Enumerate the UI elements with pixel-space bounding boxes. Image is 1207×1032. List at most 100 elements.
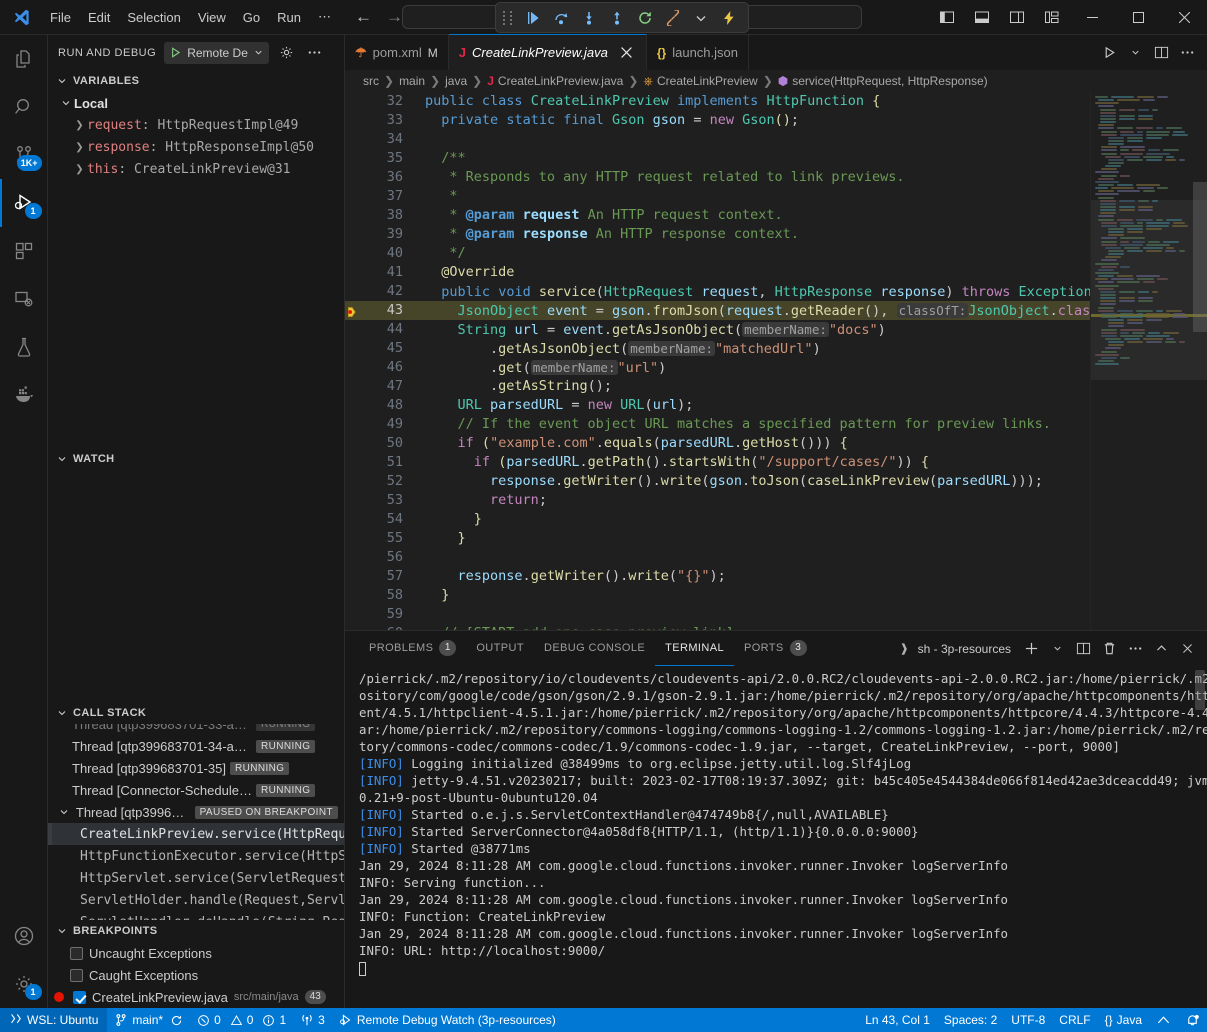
thread-row[interactable]: Thread [qtp399683701-35] RUNNING bbox=[48, 757, 344, 779]
continue-button[interactable] bbox=[520, 5, 545, 30]
callstack-tree[interactable]: Thread [qtp399683701-33-acce… RUNNING Th… bbox=[48, 724, 344, 920]
customize-layout-icon[interactable] bbox=[1034, 0, 1069, 35]
editor-more-actions-icon[interactable] bbox=[1175, 41, 1199, 65]
breadcrumb-method[interactable]: ⬢ service(HttpRequest, HttpResponse) bbox=[778, 74, 988, 88]
status-language-mode[interactable]: {} Java bbox=[1098, 1008, 1149, 1032]
tab-launch-json[interactable]: {} launch.json bbox=[647, 35, 749, 70]
editor-scrollbar[interactable] bbox=[1193, 92, 1207, 630]
kill-terminal-button[interactable] bbox=[1097, 637, 1121, 661]
watch-section-header[interactable]: WATCH bbox=[48, 448, 344, 470]
panel-more-actions-icon[interactable] bbox=[1123, 637, 1147, 661]
status-cursor-position[interactable]: Ln 43, Col 1 bbox=[858, 1008, 937, 1032]
breakpoint-arrow-icon[interactable] bbox=[345, 303, 367, 319]
run-dropdown-icon[interactable] bbox=[1123, 41, 1147, 65]
maximize-panel-icon[interactable] bbox=[1149, 637, 1173, 661]
code-line[interactable]: 59 bbox=[345, 605, 1090, 624]
code-line[interactable]: 48 URL parsedURL = new URL(url); bbox=[345, 396, 1090, 415]
variable-row[interactable]: ❯ this : CreateLinkPreview@31 bbox=[48, 158, 344, 180]
hot-reload-button[interactable] bbox=[716, 5, 741, 30]
tab-terminal[interactable]: TERMINAL bbox=[655, 631, 734, 666]
breadcrumb-main[interactable]: main bbox=[399, 74, 425, 88]
menu-selection[interactable]: Selection bbox=[119, 7, 188, 28]
stack-frame-row[interactable]: HttpFunctionExecutor.service(HttpSer bbox=[48, 845, 344, 867]
disconnect-button[interactable] bbox=[660, 5, 685, 30]
step-out-button[interactable] bbox=[604, 5, 629, 30]
code-editor[interactable]: 32public class CreateLinkPreview impleme… bbox=[345, 92, 1207, 630]
activity-search[interactable] bbox=[0, 83, 48, 131]
stack-frame-row[interactable]: CreateLinkPreview.service(HttpReques bbox=[48, 823, 344, 845]
menu-file[interactable]: File bbox=[42, 7, 79, 28]
sidebar-more-actions-icon[interactable] bbox=[305, 42, 325, 64]
activity-docker[interactable] bbox=[0, 371, 48, 419]
restart-button[interactable] bbox=[632, 5, 657, 30]
callstack-section-header[interactable]: CALL STACK bbox=[48, 702, 344, 724]
menu-run[interactable]: Run bbox=[269, 7, 309, 28]
status-debug-session[interactable]: Remote Debug Watch (3p-resources) bbox=[332, 1008, 563, 1032]
activity-settings[interactable]: 1 bbox=[0, 960, 48, 1008]
code-line[interactable]: 36 * Responds to any HTTP request relate… bbox=[345, 168, 1090, 187]
status-eol[interactable]: CRLF bbox=[1052, 1008, 1097, 1032]
activity-remote-explorer[interactable] bbox=[0, 275, 48, 323]
status-encoding[interactable]: UTF-8 bbox=[1004, 1008, 1052, 1032]
activity-run-and-debug[interactable]: 1 bbox=[0, 179, 48, 227]
code-line[interactable]: 49 // If the event object URL matches a … bbox=[345, 415, 1090, 434]
activity-explorer[interactable] bbox=[0, 35, 48, 83]
status-ports[interactable]: 3 bbox=[293, 1008, 332, 1032]
breadcrumb-src[interactable]: src bbox=[363, 74, 379, 88]
run-button[interactable] bbox=[1097, 41, 1121, 65]
code-line[interactable]: 54 } bbox=[345, 510, 1090, 529]
debug-settings-gear-icon[interactable] bbox=[277, 42, 297, 64]
code-line[interactable]: 33 private static final Gson gson = new … bbox=[345, 111, 1090, 130]
breakpoint-checkbox[interactable] bbox=[70, 969, 83, 982]
breakpoint-row-caught-exceptions[interactable]: Caught Exceptions bbox=[48, 964, 344, 986]
code-line[interactable]: 50 if ("example.com".equals(parsedURL.ge… bbox=[345, 434, 1090, 453]
thread-row[interactable]: Thread [qtp399683701-33-acce… RUNNING bbox=[48, 724, 344, 735]
tab-close-icon[interactable] bbox=[618, 44, 636, 62]
tab-pom-xml[interactable]: ☂ pom.xml M bbox=[345, 35, 449, 70]
code-line[interactable]: 46 .get(memberName:"url") bbox=[345, 358, 1090, 377]
code-viewport[interactable]: 32public class CreateLinkPreview impleme… bbox=[345, 92, 1090, 630]
menu-go[interactable]: Go bbox=[235, 7, 268, 28]
code-line[interactable]: 32public class CreateLinkPreview impleme… bbox=[345, 92, 1090, 111]
tab-ports[interactable]: PORTS 3 bbox=[734, 631, 817, 666]
code-line[interactable]: 44 String url = event.getAsJsonObject(me… bbox=[345, 320, 1090, 339]
split-terminal-button[interactable] bbox=[1071, 637, 1095, 661]
code-line-current[interactable]: 43 JsonObject event = gson.fromJson(requ… bbox=[345, 301, 1090, 320]
minimap[interactable] bbox=[1090, 92, 1207, 630]
thread-row-paused[interactable]: Thread [qtp39968… PAUSED ON BREAKPOINT bbox=[48, 801, 344, 823]
code-line[interactable]: 39 * @param response An HTTP response co… bbox=[345, 225, 1090, 244]
code-line[interactable]: 37 * bbox=[345, 187, 1090, 206]
menu-view[interactable]: View bbox=[190, 7, 234, 28]
breakpoint-checkbox[interactable] bbox=[70, 947, 83, 960]
code-line[interactable]: 40 */ bbox=[345, 244, 1090, 263]
menu-more[interactable]: ⋯ bbox=[310, 6, 339, 28]
breakpoint-row-file[interactable]: CreateLinkPreview.java src/main/java 43 bbox=[48, 986, 344, 1008]
code-line[interactable]: 58 } bbox=[345, 586, 1090, 605]
drag-handle-icon[interactable] bbox=[503, 9, 514, 26]
status-branch[interactable]: main* bbox=[107, 1008, 190, 1032]
variables-section-header[interactable]: VARIABLES bbox=[48, 70, 344, 92]
window-close-button[interactable] bbox=[1161, 0, 1207, 35]
status-remote-host[interactable]: WSL: Ubuntu bbox=[0, 1008, 107, 1032]
code-line[interactable]: 60 // [START add_ons_case_preview_link] bbox=[345, 624, 1090, 630]
split-editor-icon[interactable] bbox=[1149, 41, 1173, 65]
code-line[interactable]: 55 } bbox=[345, 529, 1090, 548]
code-line[interactable]: 53 return; bbox=[345, 491, 1090, 510]
code-line[interactable]: 38 * @param request An HTTP request cont… bbox=[345, 206, 1090, 225]
window-maximize-button[interactable] bbox=[1115, 0, 1161, 35]
breadcrumb-class[interactable]: ⎈ CreateLinkPreview bbox=[643, 74, 757, 89]
terminal-scrollbar[interactable] bbox=[1195, 670, 1205, 1008]
tab-problems[interactable]: PROBLEMS 1 bbox=[359, 631, 466, 666]
variable-row[interactable]: ❯ request : HttpRequestImpl@49 bbox=[48, 114, 344, 136]
stack-frame-row[interactable]: HttpServlet.service(ServletRequest,S bbox=[48, 867, 344, 889]
status-notifications[interactable] bbox=[1178, 1008, 1207, 1032]
terminal-dropdown-icon[interactable] bbox=[1045, 637, 1069, 661]
new-terminal-button[interactable] bbox=[1019, 637, 1043, 661]
tab-createlinkpreview-java[interactable]: J CreateLinkPreview.java bbox=[449, 34, 647, 70]
breadcrumb-java[interactable]: java bbox=[445, 74, 467, 88]
status-feedback[interactable] bbox=[1149, 1008, 1178, 1032]
window-minimize-button[interactable] bbox=[1069, 0, 1115, 35]
toggle-panel-icon[interactable] bbox=[964, 0, 999, 35]
terminal-tab-name[interactable]: sh - 3p-resources bbox=[899, 642, 1011, 656]
variables-scope-local[interactable]: Local bbox=[48, 92, 344, 114]
